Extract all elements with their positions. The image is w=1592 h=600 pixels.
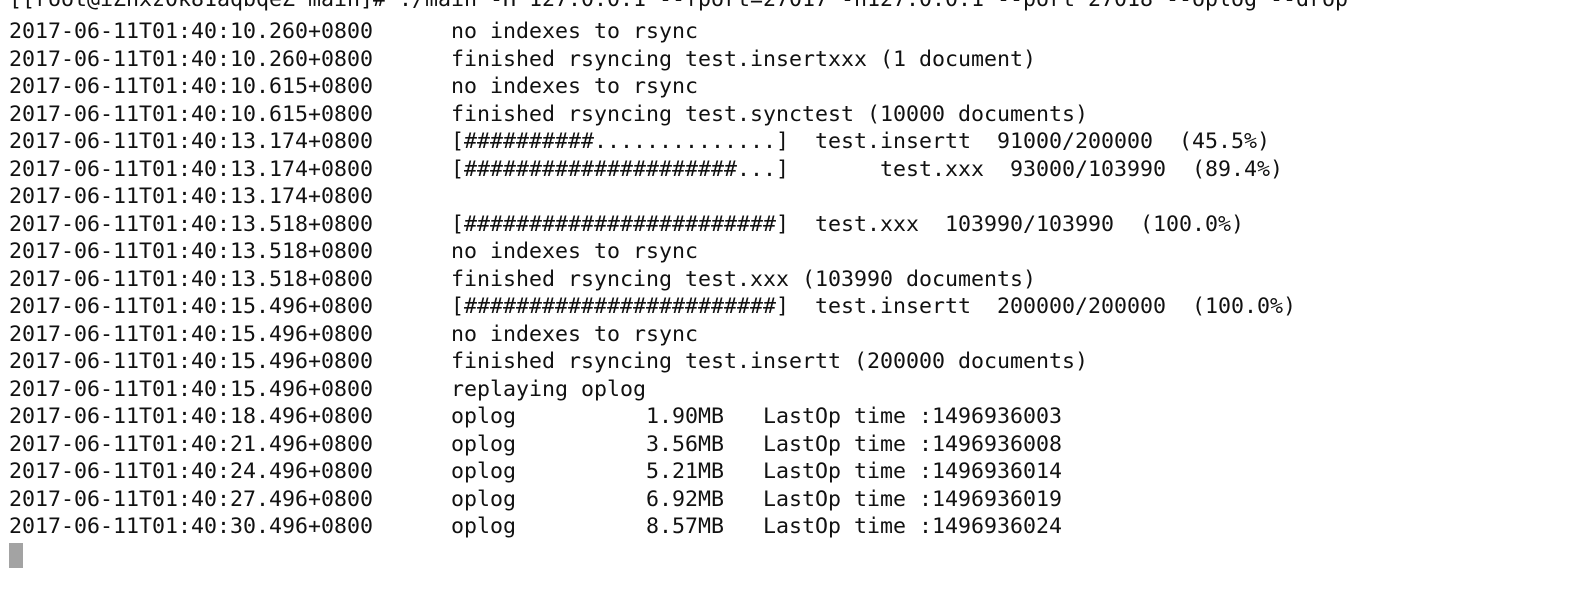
log-timestamp: 2017-06-11T01:40:15.496+0800 bbox=[9, 376, 374, 402]
log-line: 2017-06-11T01:40:15.496+0800 no indexes t… bbox=[9, 321, 698, 349]
log-timestamp: 2017-06-11T01:40:15.496+0800 bbox=[9, 294, 374, 319]
log-line: 2017-06-11T01:40:13.174+0800 bbox=[9, 183, 451, 211]
log-line: 2017-06-11T01:40:13.518+0800 finished rsy… bbox=[9, 266, 1036, 294]
progress-message: [#####################...] test.xxx 9300… bbox=[451, 156, 1284, 182]
log-line: 2017-06-11T01:40:10.615+0800 no indexes t… bbox=[9, 73, 698, 101]
log-message: no indexes to rsync bbox=[451, 74, 699, 99]
log-message: finished rsyncing test.insertt (200000 d… bbox=[451, 349, 1089, 374]
log-timestamp: 2017-06-11T01:40:24.496+0800 bbox=[9, 459, 374, 484]
oplog-line: 2017-06-11T01:40:24.496+0800 oplog 5.21MB… bbox=[9, 458, 1062, 486]
oplog-message: oplog 1.90MB LastOp time :1496936003 bbox=[451, 404, 1063, 429]
progress-message: [########################] test.insertt … bbox=[451, 294, 1297, 319]
oplog-message: oplog 5.21MB LastOp time :1496936014 bbox=[451, 459, 1063, 484]
log-timestamp: 2017-06-11T01:40:13.174+0800 bbox=[9, 129, 374, 154]
block-cursor-icon bbox=[9, 543, 23, 568]
log-timestamp: 2017-06-11T01:40:10.260+0800 bbox=[9, 19, 374, 44]
progress-line: 2017-06-11T01:40:13.174+0800 [###########… bbox=[9, 156, 1283, 184]
log-timestamp: 2017-06-11T01:40:15.496+0800 bbox=[9, 349, 374, 374]
progress-line: 2017-06-11T01:40:13.518+0800 [###########… bbox=[9, 211, 1244, 239]
log-timestamp: 2017-06-11T01:40:13.518+0800 bbox=[9, 211, 374, 237]
progress-line: 2017-06-11T01:40:13.174+0800 [##########.… bbox=[9, 128, 1270, 156]
log-timestamp: 2017-06-11T01:40:15.496+0800 bbox=[9, 321, 374, 347]
log-line: 2017-06-11T01:40:10.260+0800 finished rsy… bbox=[9, 46, 1036, 74]
terminal-window[interactable]: [[root@iZhxz0k81aqbqeZ main]# ./main -H … bbox=[0, 0, 1592, 600]
oplog-line: 2017-06-11T01:40:21.496+0800 oplog 3.56MB… bbox=[9, 431, 1062, 459]
log-timestamp: 2017-06-11T01:40:13.174+0800 bbox=[9, 156, 374, 182]
log-line: 2017-06-11T01:40:10.615+0800 finished rsy… bbox=[9, 101, 1088, 129]
log-line: 2017-06-11T01:40:13.518+0800 no indexes t… bbox=[9, 238, 698, 266]
log-message: replaying oplog bbox=[451, 376, 647, 402]
oplog-message: oplog 3.56MB LastOp time :1496936008 bbox=[451, 431, 1063, 457]
log-timestamp: 2017-06-11T01:40:13.174+0800 bbox=[9, 184, 374, 209]
oplog-line: 2017-06-11T01:40:18.496+0800 oplog 1.90MB… bbox=[9, 403, 1062, 431]
log-timestamp: 2017-06-11T01:40:10.615+0800 bbox=[9, 101, 374, 127]
log-timestamp: 2017-06-11T01:40:18.496+0800 bbox=[9, 404, 374, 429]
log-line: 2017-06-11T01:40:15.496+0800 finished rsy… bbox=[9, 348, 1088, 376]
log-timestamp: 2017-06-11T01:40:10.615+0800 bbox=[9, 74, 374, 99]
oplog-message: oplog 6.92MB LastOp time :1496936019 bbox=[451, 486, 1063, 512]
log-message: finished rsyncing test.xxx (103990 docum… bbox=[451, 266, 1037, 292]
oplog-line: 2017-06-11T01:40:27.496+0800 oplog 6.92MB… bbox=[9, 486, 1062, 514]
log-message: finished rsyncing test.synctest (10000 d… bbox=[451, 101, 1089, 127]
log-line: 2017-06-11T01:40:15.496+0800 replaying op… bbox=[9, 376, 646, 404]
log-timestamp: 2017-06-11T01:40:10.260+0800 bbox=[9, 46, 374, 72]
log-timestamp: 2017-06-11T01:40:27.496+0800 bbox=[9, 486, 374, 512]
log-timestamp: 2017-06-11T01:40:13.518+0800 bbox=[9, 239, 374, 264]
log-line: 2017-06-11T01:40:10.260+0800 no indexes t… bbox=[9, 18, 698, 46]
log-message: finished rsyncing test.insertxxx (1 docu… bbox=[451, 46, 1037, 72]
progress-line: 2017-06-11T01:40:15.496+0800 [###########… bbox=[9, 293, 1296, 321]
log-message: no indexes to rsync bbox=[451, 321, 699, 347]
command-line: [[root@iZhxz0k81aqbqeZ main]# ./main -H … bbox=[9, 0, 1348, 14]
log-timestamp: 2017-06-11T01:40:13.518+0800 bbox=[9, 266, 374, 292]
oplog-line: 2017-06-11T01:40:30.496+0800 oplog 8.57MB… bbox=[9, 513, 1062, 541]
oplog-message: oplog 8.57MB LastOp time :1496936024 bbox=[451, 514, 1063, 539]
log-message: no indexes to rsync bbox=[451, 239, 699, 264]
log-timestamp: 2017-06-11T01:40:30.496+0800 bbox=[9, 514, 374, 539]
log-timestamp: 2017-06-11T01:40:21.496+0800 bbox=[9, 431, 374, 457]
log-message: no indexes to rsync bbox=[451, 19, 699, 44]
progress-message: [##########..............] test.insertt … bbox=[451, 129, 1271, 154]
progress-message: [########################] test.xxx 1039… bbox=[451, 211, 1245, 237]
